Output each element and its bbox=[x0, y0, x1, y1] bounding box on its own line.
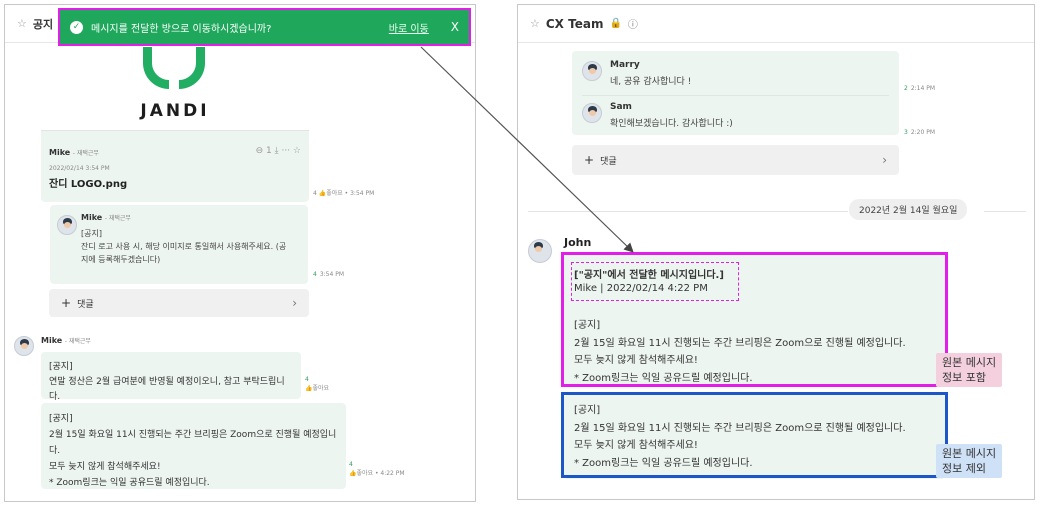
connector-arrow bbox=[420, 46, 634, 253]
